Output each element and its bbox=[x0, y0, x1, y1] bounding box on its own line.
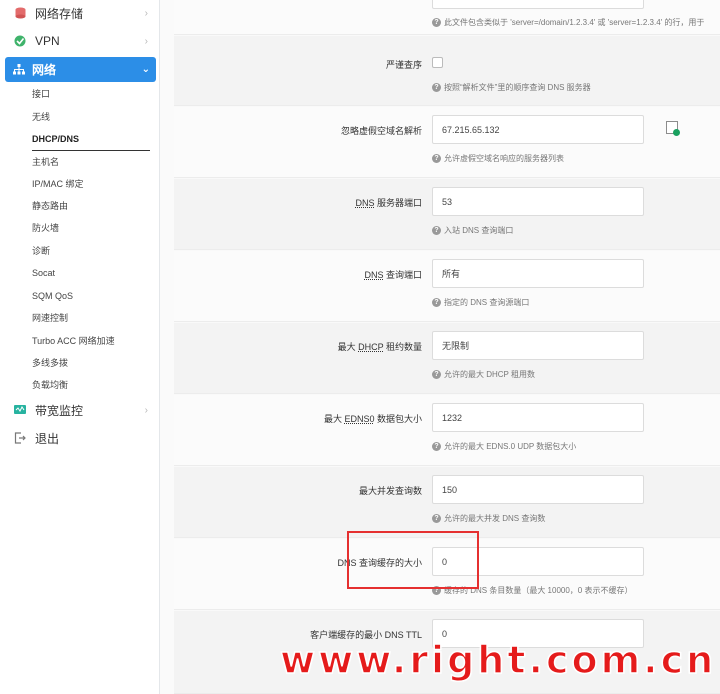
sidebar-subitem[interactable]: 负载均衡 bbox=[32, 378, 150, 392]
help-icon: ? bbox=[432, 514, 441, 523]
sidebar-subitem[interactable]: Turbo ACC 网络加速 bbox=[32, 334, 150, 348]
form-row-edns: 最大 EDNS0 数据包大小 1232 ? 允许的最大 EDNS.0 UDP 数… bbox=[174, 395, 720, 466]
sidebar-item-label: VPN bbox=[35, 34, 60, 48]
resolv-input[interactable] bbox=[432, 0, 644, 9]
sidebar-subitem[interactable]: 接口 bbox=[32, 87, 150, 101]
bogus-nx-input[interactable]: 67.215.65.132 bbox=[432, 115, 644, 144]
sidebar-subitem[interactable]: 防火墙 bbox=[32, 221, 150, 235]
sidebar: 网络存储 › VPN › 网络 ⌄ 接口 无线 DHCP/DNS 主机名 IP/… bbox=[0, 0, 160, 694]
sidebar-subitem[interactable]: 多线多拨 bbox=[32, 356, 150, 370]
form-row-max-dhcp: 最大 DHCP 租约数量 无限制 ? 允许的最大 DHCP 租用数 bbox=[174, 323, 720, 394]
sidebar-item-label: 退出 bbox=[35, 431, 60, 446]
help-icon: ? bbox=[432, 298, 441, 307]
form-row-dns-port: DNS 服务器端口 53 ? 入站 DNS 查询端口 bbox=[174, 179, 720, 250]
help-icon: ? bbox=[432, 226, 441, 235]
sidebar-item-logout[interactable]: 退出 bbox=[6, 426, 156, 450]
help-icon: ? bbox=[432, 83, 441, 92]
network-icon bbox=[12, 63, 26, 77]
sidebar-subitem[interactable]: 诊断 bbox=[32, 244, 150, 258]
field-label: 最大 DHCP 租约数量 bbox=[337, 342, 422, 352]
field-hint: ? 指定的 DNS 查询源端口 bbox=[432, 297, 529, 308]
form-row-resolv: ? 此文件包含类似于 'server=/domain/1.2.3.4' 或 's… bbox=[174, 0, 720, 35]
edns-input[interactable]: 1232 bbox=[432, 403, 644, 432]
sidebar-item-label: 网络存储 bbox=[35, 6, 84, 21]
highlight-box bbox=[347, 531, 479, 589]
form-row-bogus-nx: 忽略虚假空域名解析 67.215.65.132 ? 允许虚假空域名响应的服务器列… bbox=[174, 107, 720, 178]
sidebar-item-storage[interactable]: 网络存储 › bbox=[6, 1, 156, 25]
sidebar-subitem[interactable]: 无线 bbox=[32, 110, 150, 124]
field-hint: ? 允许虚假空域名响应的服务器列表 bbox=[432, 153, 564, 164]
field-label: 最大 EDNS0 数据包大小 bbox=[323, 414, 422, 424]
sidebar-subitem[interactable]: 静态路由 bbox=[32, 199, 150, 213]
field-hint: ? 按照“解析文件”里的顺序查询 DNS 服务器 bbox=[432, 82, 591, 93]
strict-order-checkbox[interactable] bbox=[432, 57, 443, 68]
chevron-right-icon: › bbox=[144, 7, 148, 19]
max-dhcp-input[interactable]: 无限制 bbox=[432, 331, 644, 360]
dns-port-input[interactable]: 53 bbox=[432, 187, 644, 216]
add-entry-icon[interactable] bbox=[666, 121, 680, 136]
sidebar-subitem[interactable]: 网速控制 bbox=[32, 311, 150, 325]
field-hint: ? 入站 DNS 查询端口 bbox=[432, 225, 513, 236]
field-label: DNS 服务器端口 bbox=[355, 198, 422, 208]
bandwidth-icon bbox=[13, 403, 27, 417]
sidebar-item-label: 网络 bbox=[32, 63, 57, 77]
sidebar-item-network[interactable]: 网络 ⌄ bbox=[5, 57, 156, 82]
query-port-input[interactable]: 所有 bbox=[432, 259, 644, 288]
sidebar-subitem[interactable]: IP/MAC 绑定 bbox=[32, 177, 150, 191]
sidebar-subitem[interactable]: Socat bbox=[32, 266, 150, 280]
form-row-strict-order: 严谨查序 ? 按照“解析文件”里的顺序查询 DNS 服务器 bbox=[174, 36, 720, 106]
vpn-icon bbox=[13, 34, 27, 48]
sidebar-subitem[interactable]: 主机名 bbox=[32, 155, 150, 169]
concurrent-input[interactable]: 150 bbox=[432, 475, 644, 504]
field-label: 忽略虚假空域名解析 bbox=[340, 126, 422, 136]
watermark: www.right.com.cn bbox=[279, 637, 717, 683]
help-icon: ? bbox=[432, 18, 441, 27]
field-hint: ? 允许的最大并发 DNS 查询数 bbox=[432, 513, 545, 524]
field-label: 严谨查序 bbox=[385, 60, 422, 70]
field-hint: ? 此文件包含类似于 'server=/domain/1.2.3.4' 或 's… bbox=[432, 17, 704, 28]
logout-icon bbox=[13, 431, 27, 445]
sidebar-item-label: 带宽监控 bbox=[35, 403, 84, 418]
form-row-query-port: DNS 查询端口 所有 ? 指定的 DNS 查询源端口 bbox=[174, 251, 720, 322]
sidebar-subitem-current[interactable]: DHCP/DNS bbox=[32, 132, 150, 151]
field-label: DNS 查询端口 bbox=[364, 270, 422, 280]
help-icon: ? bbox=[432, 154, 441, 163]
chevron-right-icon: › bbox=[144, 404, 148, 416]
sidebar-item-vpn[interactable]: VPN › bbox=[6, 29, 156, 53]
field-label: 最大并发查询数 bbox=[358, 486, 422, 496]
help-icon: ? bbox=[432, 370, 441, 379]
field-hint: ? 允许的最大 EDNS.0 UDP 数据包大小 bbox=[432, 441, 576, 452]
chevron-down-icon: ⌄ bbox=[141, 64, 150, 75]
form-row-concurrent: 最大并发查询数 150 ? 允许的最大并发 DNS 查询数 bbox=[174, 467, 720, 538]
sidebar-item-bandwidth[interactable]: 带宽监控 › bbox=[6, 398, 156, 422]
chevron-right-icon: › bbox=[144, 35, 148, 47]
sidebar-subitem[interactable]: SQM QoS bbox=[32, 289, 150, 303]
help-icon: ? bbox=[432, 442, 441, 451]
main-content: ? 此文件包含类似于 'server=/domain/1.2.3.4' 或 's… bbox=[160, 0, 720, 694]
storage-icon bbox=[13, 6, 27, 20]
field-hint: ? 允许的最大 DHCP 租用数 bbox=[432, 369, 535, 380]
